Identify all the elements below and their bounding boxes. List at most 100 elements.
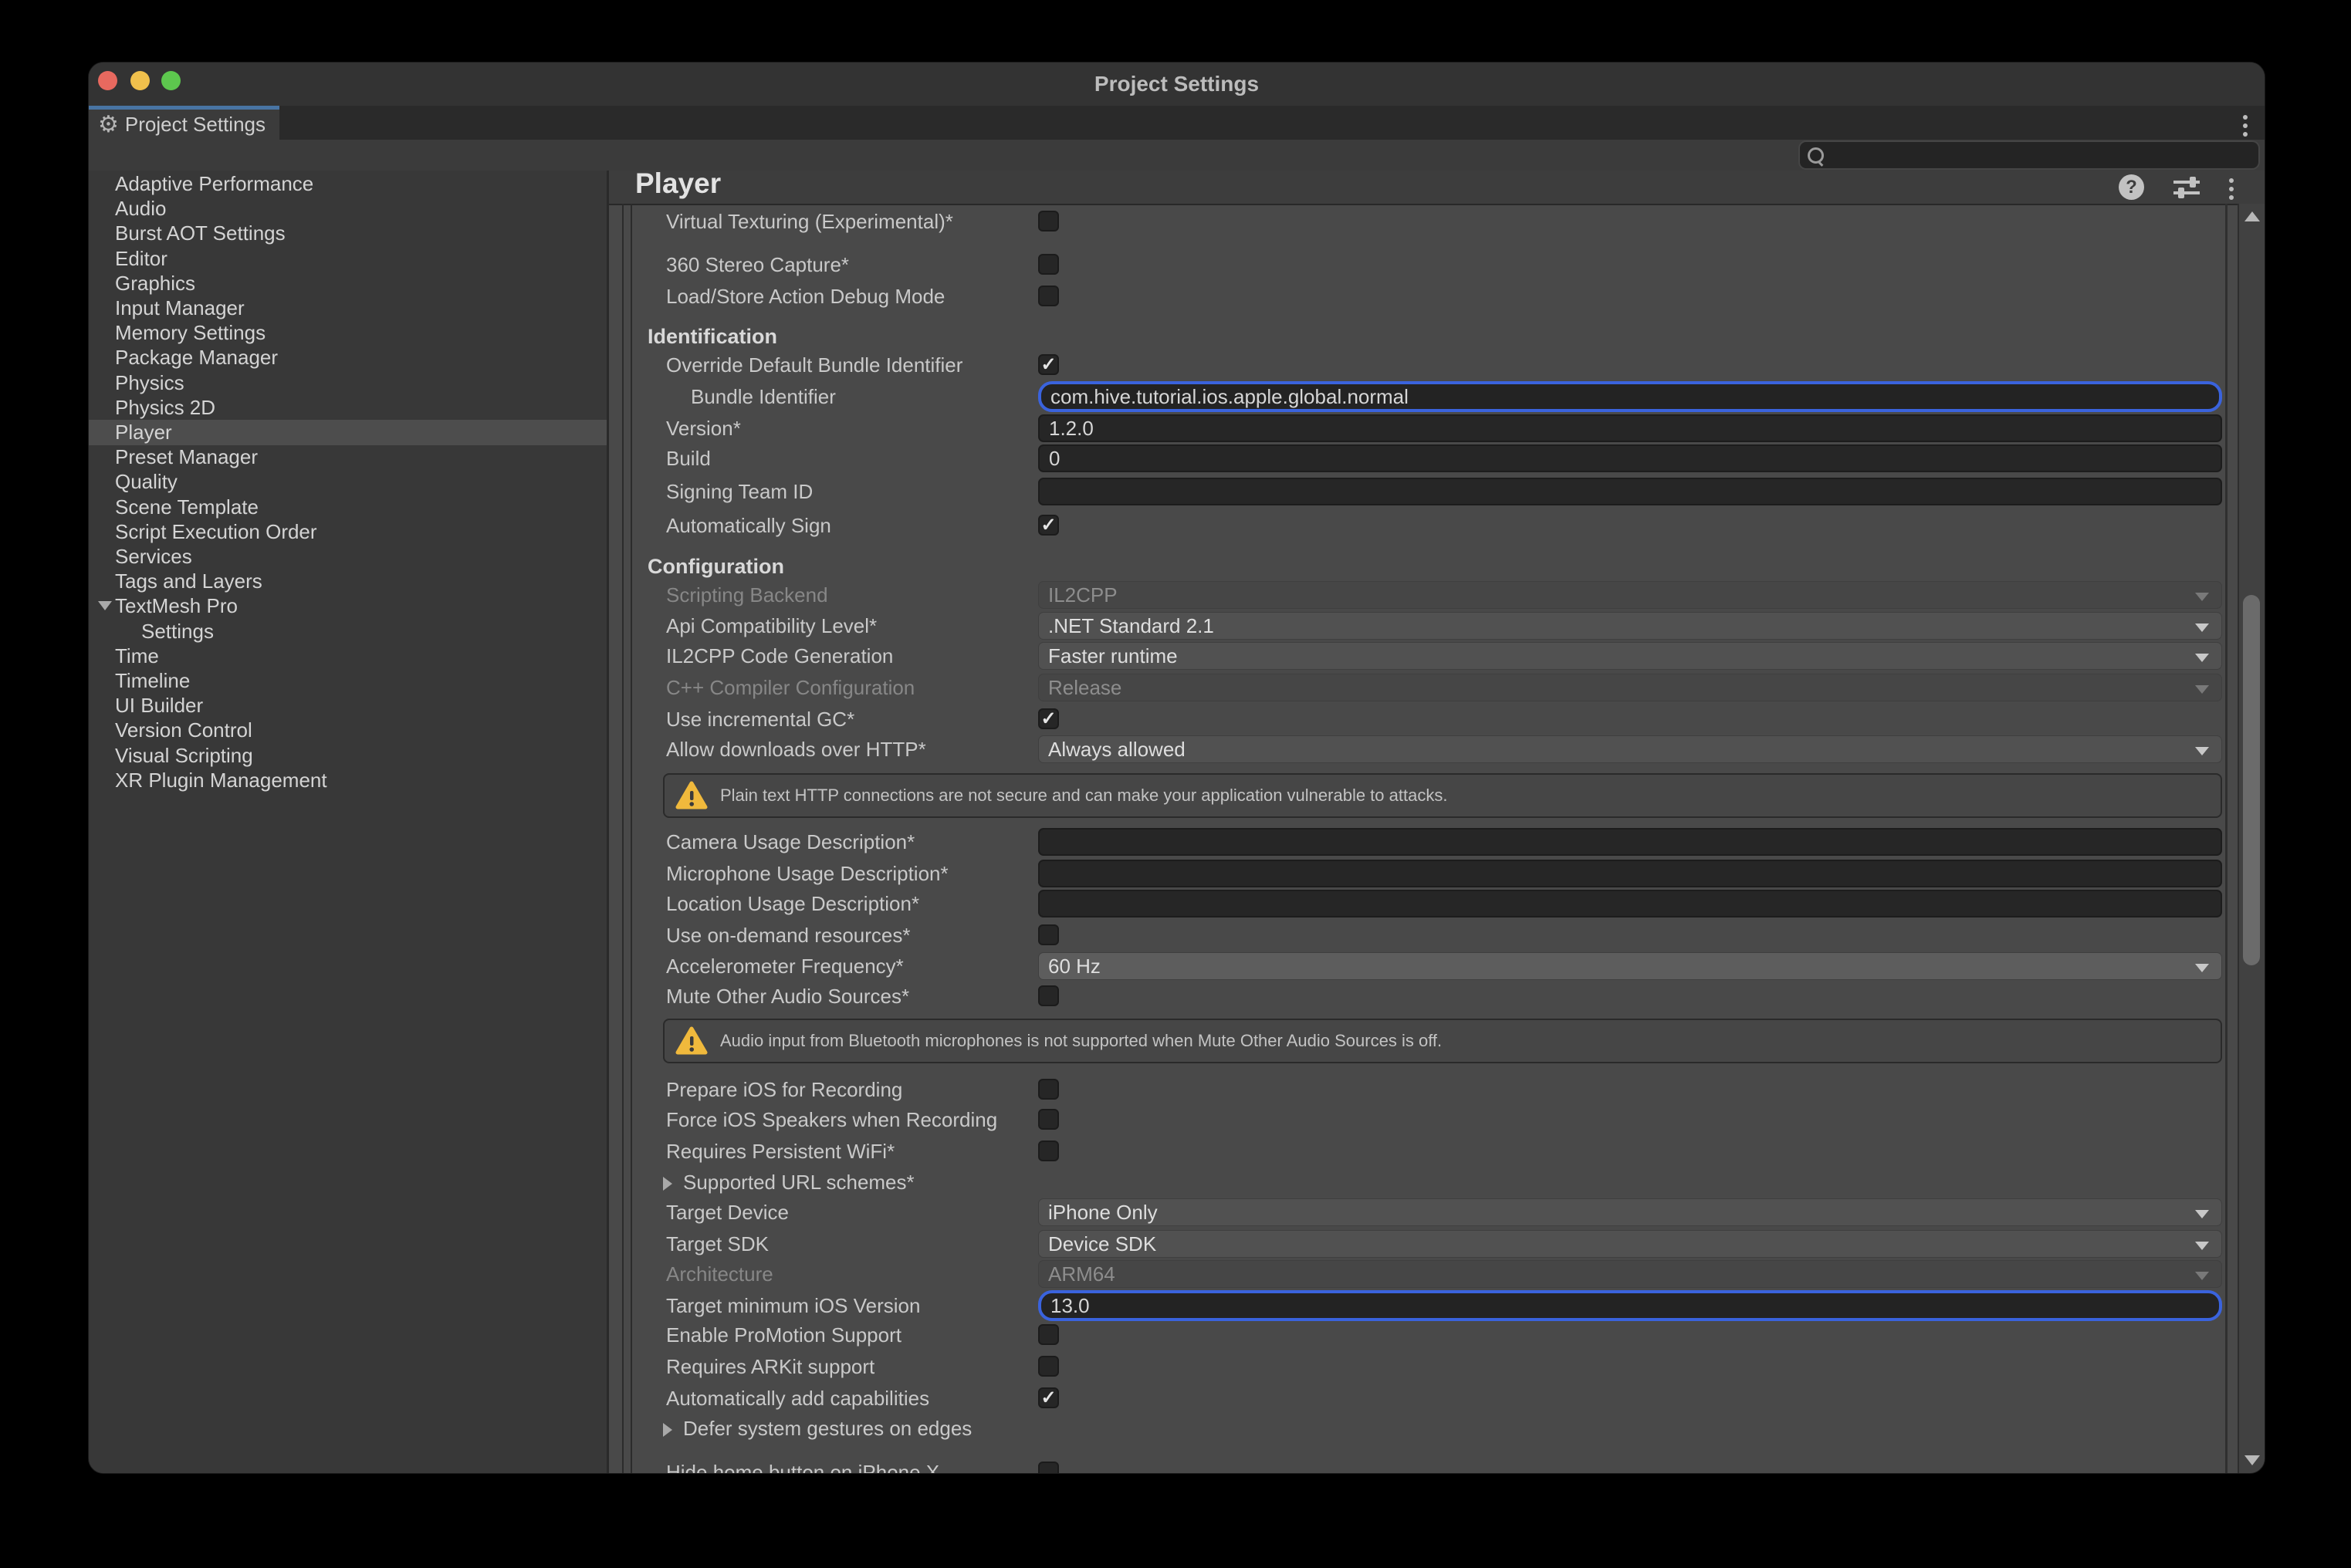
text-input-camera-usage-description[interactable]	[1038, 828, 2222, 856]
checkbox-automatically-add-capabilities[interactable]: ✓	[1038, 1387, 1059, 1408]
search-field[interactable]	[1798, 140, 2260, 170]
setting-label: Automatically add capabilities	[666, 1383, 929, 1414]
setting-row-target-minimum-ios-version: Target minimum iOS Version13.0	[609, 1290, 2238, 1321]
sidebar-item-visual-scripting[interactable]: Visual Scripting	[89, 743, 607, 769]
dropdown-target-device[interactable]: iPhone Only	[1038, 1198, 2222, 1226]
setting-label: Load/Store Action Debug Mode	[666, 281, 945, 312]
setting-label: Override Default Bundle Identifier	[666, 350, 962, 380]
setting-row-load-store-action-debug-mode: Load/Store Action Debug Mode	[609, 281, 2238, 312]
text-input-signing-team-id[interactable]	[1038, 478, 2222, 505]
setting-label: Force iOS Speakers when Recording	[666, 1104, 997, 1135]
foldout-label[interactable]: Supported URL schemes*	[683, 1167, 915, 1198]
setting-label: Accelerometer Frequency*	[666, 951, 904, 982]
foldout-closed-icon[interactable]	[663, 1177, 672, 1191]
text-input-version[interactable]: 1.2.0	[1038, 414, 2222, 442]
sidebar-item-time[interactable]: Time	[89, 644, 607, 669]
checkbox-force-ios-speakers-when-recording[interactable]	[1038, 1109, 1059, 1130]
help-icon[interactable]: ?	[2119, 174, 2144, 200]
sidebar-item-textmesh-pro[interactable]: TextMesh Pro	[89, 593, 607, 619]
tab-project-settings[interactable]: ⚙ Project Settings	[89, 106, 279, 140]
checkbox-virtual-texturing-experimental[interactable]	[1038, 211, 1059, 231]
text-input-target-minimum-ios-version[interactable]: 13.0	[1038, 1290, 2222, 1321]
text-input-microphone-usage-description[interactable]	[1038, 860, 2222, 887]
dropdown-target-sdk[interactable]: Device SDK	[1038, 1230, 2222, 1258]
dropdown-il2cpp-code-generation[interactable]: Faster runtime	[1038, 642, 2222, 670]
sidebar-item-graphics[interactable]: Graphics	[89, 271, 607, 296]
setting-label: 360 Stereo Capture*	[666, 249, 849, 280]
checkbox-hide-home-button-on-iphone-x[interactable]	[1038, 1462, 1059, 1473]
vertical-scrollbar[interactable]	[2238, 204, 2265, 1473]
warning-box: Audio input from Bluetooth microphones i…	[663, 1019, 2222, 1063]
sidebar-item-scene-template[interactable]: Scene Template	[89, 495, 607, 520]
sidebar-item-physics-2d[interactable]: Physics 2D	[89, 395, 607, 421]
sidebar-item-timeline[interactable]: Timeline	[89, 668, 607, 694]
sidebar-item-ui-builder[interactable]: UI Builder	[89, 693, 607, 718]
setting-row-mute-other-audio-sources: Mute Other Audio Sources*	[609, 981, 2238, 1012]
checkbox-360-stereo-capture[interactable]	[1038, 254, 1059, 275]
dropdown-accelerometer-frequency[interactable]: 60 Hz	[1038, 952, 2222, 980]
checkbox-prepare-ios-for-recording[interactable]	[1038, 1079, 1059, 1100]
setting-row-requires-persistent-wifi: Requires Persistent WiFi*	[609, 1136, 2238, 1167]
sidebar-item-physics[interactable]: Physics	[89, 370, 607, 396]
sidebar-item-xr-plugin-management[interactable]: XR Plugin Management	[89, 768, 607, 793]
sidebar-item-tags-and-layers[interactable]: Tags and Layers	[89, 569, 607, 594]
scroll-up-arrow-icon[interactable]	[2244, 211, 2260, 221]
section-header: Configuration	[648, 551, 784, 582]
sidebar-item-input-manager[interactable]: Input Manager	[89, 296, 607, 321]
checkbox-load-store-action-debug-mode[interactable]	[1038, 286, 1059, 306]
sidebar-item-burst-aot-settings[interactable]: Burst AOT Settings	[89, 221, 607, 246]
setting-row-automatically-add-capabilities: Automatically add capabilities ✓	[609, 1383, 2238, 1414]
scrollbar-thumb[interactable]	[2243, 595, 2260, 965]
chevron-down-icon	[2195, 685, 2209, 694]
warning-text: Plain text HTTP connections are not secu…	[720, 786, 1447, 806]
dropdown-allow-downloads-over-http[interactable]: Always allowed	[1038, 735, 2222, 763]
setting-row-hide-home-button-on-iphone-x: Hide home button on iPhone X	[609, 1457, 2238, 1473]
setting-label: Camera Usage Description*	[666, 826, 915, 857]
setting-label: Scripting Backend	[666, 580, 828, 610]
checkbox-override-default-bundle-identifier[interactable]: ✓	[1038, 354, 1059, 375]
setting-row-accelerometer-frequency: Accelerometer Frequency* 60 Hz	[609, 951, 2238, 982]
header-kebab-menu-icon[interactable]	[2229, 178, 2234, 200]
sidebar-item-version-control[interactable]: Version Control	[89, 718, 607, 743]
setting-row-override-default-bundle-identifier: Override Default Bundle Identifier ✓	[609, 350, 2238, 380]
setting-row-location-usage-description: Location Usage Description*	[609, 888, 2238, 919]
sidebar-item-editor[interactable]: Editor	[89, 246, 607, 272]
checkbox-mute-other-audio-sources[interactable]	[1038, 985, 1059, 1006]
sidebar-item-preset-manager[interactable]: Preset Manager	[89, 444, 607, 470]
checkbox-use-incremental-gc[interactable]: ✓	[1038, 708, 1059, 729]
checkbox-requires-arkit-support[interactable]	[1038, 1356, 1059, 1377]
sidebar-item-adaptive-performance[interactable]: Adaptive Performance	[89, 171, 607, 197]
checkbox-use-on-demand-resources[interactable]	[1038, 924, 1059, 945]
setting-row-use-incremental-gc: Use incremental GC*✓	[609, 704, 2238, 735]
sidebar-item-package-manager[interactable]: Package Manager	[89, 345, 607, 370]
setting-label: Signing Team ID	[666, 476, 813, 507]
checkbox-automatically-sign[interactable]: ✓	[1038, 515, 1059, 536]
foldout-closed-icon[interactable]	[663, 1423, 672, 1437]
sidebar-item-services[interactable]: Services	[89, 544, 607, 569]
dropdown-value: 60 Hz	[1048, 955, 1101, 978]
preset-sliders-icon[interactable]	[2173, 176, 2200, 199]
checkbox-enable-promotion-support[interactable]	[1038, 1324, 1059, 1345]
setting-row-warning-24: Audio input from Bluetooth microphones i…	[609, 1026, 2238, 1056]
dropdown-api-compatibility-level[interactable]: .NET Standard 2.1	[1038, 612, 2222, 640]
tabstrip-kebab-menu-icon[interactable]	[2243, 115, 2248, 137]
sidebar-item-player[interactable]: Player	[89, 420, 607, 445]
text-input-bundle-identifier[interactable]: com.hive.tutorial.ios.apple.global.norma…	[1038, 381, 2222, 412]
foldout-label[interactable]: Defer system gestures on edges	[683, 1413, 972, 1444]
sidebar-item-memory-settings[interactable]: Memory Settings	[89, 320, 607, 346]
scroll-down-arrow-icon[interactable]	[2244, 1455, 2260, 1465]
setting-row-automatically-sign: Automatically Sign✓	[609, 510, 2238, 541]
checkbox-requires-persistent-wifi[interactable]	[1038, 1141, 1059, 1161]
search-input[interactable]	[1832, 144, 2236, 167]
sidebar-item-script-execution-order[interactable]: Script Execution Order	[89, 519, 607, 545]
foldout-open-icon[interactable]	[98, 601, 112, 610]
sidebar-item-settings[interactable]: Settings	[89, 619, 607, 644]
setting-row-signing-team-id: Signing Team ID	[609, 476, 2238, 507]
titlebar[interactable]: Project Settings	[89, 63, 2265, 106]
dropdown-scripting-backend: IL2CPP	[1038, 581, 2222, 609]
sidebar-item-quality[interactable]: Quality	[89, 469, 607, 495]
setting-row-version: Version*1.2.0	[609, 413, 2238, 444]
sidebar-item-audio[interactable]: Audio	[89, 196, 607, 221]
text-input-build[interactable]: 0	[1038, 444, 2222, 472]
text-input-location-usage-description[interactable]	[1038, 890, 2222, 917]
